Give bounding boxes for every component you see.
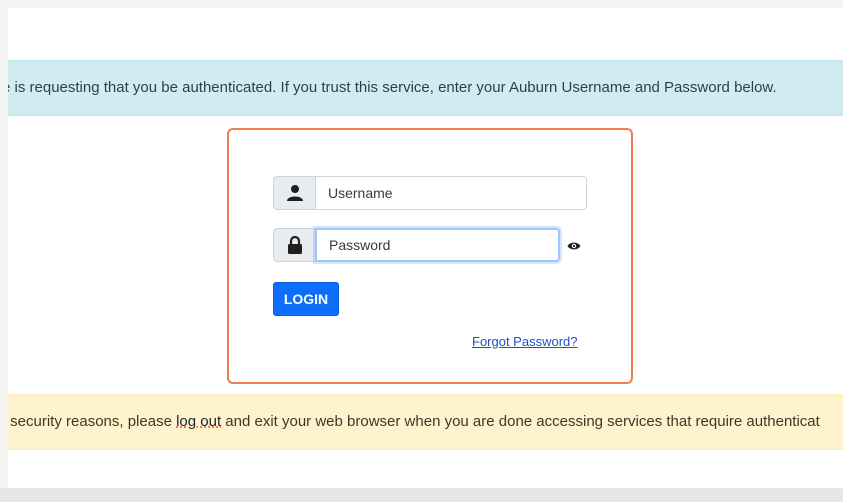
info-banner-text: e is requesting that you be authenticate… xyxy=(8,79,777,96)
login-button[interactable]: LOGIN xyxy=(273,282,339,316)
bottom-strip xyxy=(0,488,843,502)
warning-text-after: and exit your web browser when you are d… xyxy=(221,413,820,430)
password-input[interactable] xyxy=(315,228,560,262)
warning-banner-text: r security reasons, please log out and e… xyxy=(8,395,820,449)
logout-link[interactable]: log out xyxy=(176,413,221,430)
warning-banner: r security reasons, please log out and e… xyxy=(8,394,843,450)
login-card: LOGIN Forgot Password? xyxy=(227,128,633,384)
eye-icon[interactable] xyxy=(566,238,582,254)
warning-text-before: r security reasons, please xyxy=(8,413,177,430)
username-group xyxy=(273,176,587,210)
password-group xyxy=(273,228,560,262)
user-icon xyxy=(273,176,315,210)
lock-icon xyxy=(273,228,315,262)
info-banner: e is requesting that you be authenticate… xyxy=(8,60,843,116)
auth-page: e is requesting that you be authenticate… xyxy=(8,8,843,488)
username-input[interactable] xyxy=(315,176,587,210)
forgot-password-link[interactable]: Forgot Password? xyxy=(472,334,578,349)
